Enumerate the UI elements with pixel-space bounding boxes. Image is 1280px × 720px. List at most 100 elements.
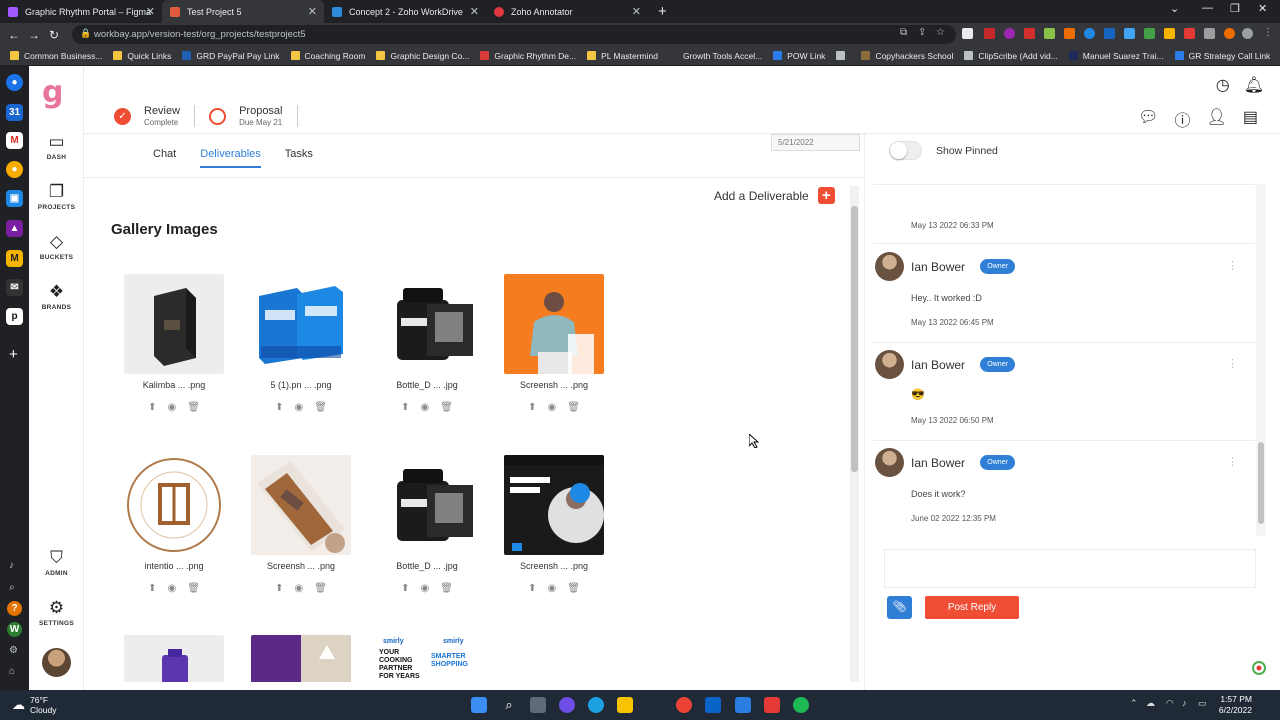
stage-proposal[interactable]: Proposal Due May 21	[209, 102, 296, 130]
trash-icon[interactable]: 🗑︎	[187, 402, 200, 413]
close-window-icon[interactable]: ✕	[1258, 2, 1267, 15]
back-icon[interactable]: ←	[4, 28, 24, 42]
file-explorer-icon[interactable]	[617, 697, 633, 713]
eye-icon[interactable]: ◉	[547, 583, 556, 594]
chrome-icon[interactable]	[676, 697, 692, 713]
reload-icon[interactable]: ↻	[44, 28, 64, 42]
deliverable-thumbnail[interactable]	[377, 455, 477, 555]
more-options-icon[interactable]: ⋮	[1227, 357, 1238, 370]
chat-bubble-icon[interactable]: 💬︎	[1138, 107, 1158, 131]
extension-icon[interactable]	[1044, 28, 1055, 39]
extension-icon[interactable]	[1224, 28, 1235, 39]
bookmark-item[interactable]: Graphic Design Co...	[376, 51, 469, 61]
edge-icon[interactable]	[588, 697, 604, 713]
clock-icon[interactable]: ◷	[1216, 75, 1230, 95]
trash-icon[interactable]: 🗑︎	[440, 402, 453, 413]
extensions-puzzle-icon[interactable]	[1204, 28, 1215, 39]
bookmark-star-icon[interactable]: ☆	[936, 27, 945, 38]
trash-icon[interactable]: 🗑︎	[314, 402, 327, 413]
bookmark-item[interactable]: Manuel Suarez Trai...	[1068, 51, 1164, 61]
bookmark-item[interactable]: Graphic Rhythm De...	[480, 51, 576, 61]
trash-icon[interactable]: 🗑︎	[187, 583, 200, 594]
browser-tab-test-project[interactable]: Test Project 5 ✕	[162, 0, 324, 23]
upload-icon[interactable]: ⬆	[275, 402, 283, 413]
user-avatar[interactable]	[42, 648, 71, 677]
extension-icon[interactable]	[1024, 28, 1035, 39]
trash-icon[interactable]: 🗑︎	[440, 583, 453, 594]
home-icon[interactable]: ⌂	[9, 666, 15, 677]
search-icon[interactable]: ⌕	[9, 582, 15, 593]
upload-icon[interactable]: ⬆	[528, 583, 536, 594]
bookmark-item[interactable]: Quick Links	[113, 51, 171, 61]
stage-review[interactable]: ✓ Review Complete	[114, 102, 194, 130]
battery-icon[interactable]: ▭	[1198, 698, 1207, 709]
deliverable-thumbnail[interactable]	[504, 455, 604, 555]
browser-tab-figma[interactable]: Graphic Rhythm Portal – Figma ✕	[0, 0, 162, 23]
tab-deliverables[interactable]: Deliverables	[200, 148, 261, 168]
eye-icon[interactable]: ◉	[294, 583, 303, 594]
show-pinned-toggle[interactable]	[889, 141, 922, 160]
eye-icon[interactable]: ◉	[420, 402, 429, 413]
document-icon[interactable]: ▤	[1243, 107, 1258, 131]
extension-sidepanel-icon[interactable]	[962, 28, 973, 39]
sidebar-item-brands[interactable]: ❖ BRANDS	[29, 282, 84, 311]
chat-app-icon[interactable]: ▣	[6, 190, 23, 207]
extension-icon[interactable]	[1084, 28, 1095, 39]
browser-tab-zoho-annotator[interactable]: Zoho Annotator ✕	[486, 0, 648, 23]
workbay-app-icon[interactable]	[764, 697, 780, 713]
bell-icon[interactable]: 🔔︎	[1244, 75, 1264, 95]
mail-app-icon[interactable]: ✉	[6, 279, 23, 296]
app-widget-icon[interactable]	[1251, 660, 1267, 676]
deliverable-thumbnail[interactable]	[251, 635, 351, 682]
extension-icon[interactable]	[1104, 28, 1115, 39]
windows-start-icon[interactable]	[471, 697, 487, 713]
add-deliverable-button[interactable]: Add a Deliverable +	[714, 187, 835, 204]
bookmark-item[interactable]: Growth Tools Accel...	[668, 51, 762, 61]
pipedrive-app-icon[interactable]: p	[6, 308, 23, 325]
sidebar-item-projects[interactable]: ❐ PROJECTS	[29, 182, 84, 211]
info-icon[interactable]: ⓘ	[1175, 107, 1191, 131]
extension-icon[interactable]	[1124, 28, 1135, 39]
upload-icon[interactable]: ⬆	[275, 583, 283, 594]
spotify-icon[interactable]	[793, 697, 809, 713]
miro-app-icon[interactable]: M	[6, 250, 23, 267]
sidebar-item-buckets[interactable]: ◇ BUCKETS	[29, 232, 84, 261]
workspace-app-icon[interactable]: W	[7, 622, 22, 637]
extension-icon[interactable]	[1164, 28, 1175, 39]
search-icon[interactable]: ⌕	[501, 697, 517, 713]
extension-icon[interactable]	[984, 28, 995, 39]
deliverable-thumbnail[interactable]	[251, 274, 351, 374]
clickup-app-icon[interactable]: ▲	[6, 220, 23, 237]
weather-widget[interactable]: ☁ 76°F Cloudy	[12, 695, 56, 715]
scrollbar-thumb[interactable]	[851, 206, 858, 472]
deliverable-thumbnail[interactable]	[377, 274, 477, 374]
browser-tab-zoho-workdrive[interactable]: Concept 2 - Zoho WorkDrive ✕	[324, 0, 486, 23]
url-field[interactable]: 🔒 workbay.app/version-test/org_projects/…	[72, 25, 956, 44]
deliverable-thumbnail[interactable]: smirly YOUR COOKING PARTNER FOR YEARS sm…	[377, 635, 477, 682]
mail-icon[interactable]	[705, 697, 721, 713]
bookmark-item[interactable]: Copyhackers School	[861, 51, 953, 61]
messenger-app-icon[interactable]: ●	[6, 74, 23, 91]
add-app-icon[interactable]: +	[9, 346, 18, 363]
task-view-icon[interactable]	[530, 697, 546, 713]
extension-icon[interactable]	[1144, 28, 1155, 39]
bookmark-item[interactable]	[836, 51, 850, 60]
bookmark-item[interactable]: Common Business...	[10, 51, 102, 61]
scrollbar-thumb[interactable]	[1258, 442, 1264, 524]
trash-icon[interactable]: 🗑︎	[567, 583, 580, 594]
upload-icon[interactable]: ⬆	[401, 402, 409, 413]
eye-icon[interactable]: ◉	[167, 583, 176, 594]
bookmark-item[interactable]: PL Mastermind	[587, 51, 658, 61]
sidebar-item-settings[interactable]: ⚙ SETTINGS	[29, 598, 84, 627]
new-tab-icon[interactable]: +	[658, 3, 667, 20]
trash-icon[interactable]: 🗑︎	[314, 583, 327, 594]
share-icon[interactable]: ⇪	[918, 27, 926, 38]
deliverable-thumbnail[interactable]	[124, 274, 224, 374]
more-options-icon[interactable]: ⋮	[1227, 259, 1238, 272]
teams-chat-icon[interactable]	[559, 697, 575, 713]
trash-icon[interactable]: 🗑︎	[567, 402, 580, 413]
bookmark-item[interactable]: Coaching Room	[290, 51, 365, 61]
deliverable-thumbnail[interactable]	[124, 635, 224, 682]
app-icon[interactable]: ●	[6, 161, 23, 178]
bookmark-item[interactable]: POW Link	[773, 51, 825, 61]
